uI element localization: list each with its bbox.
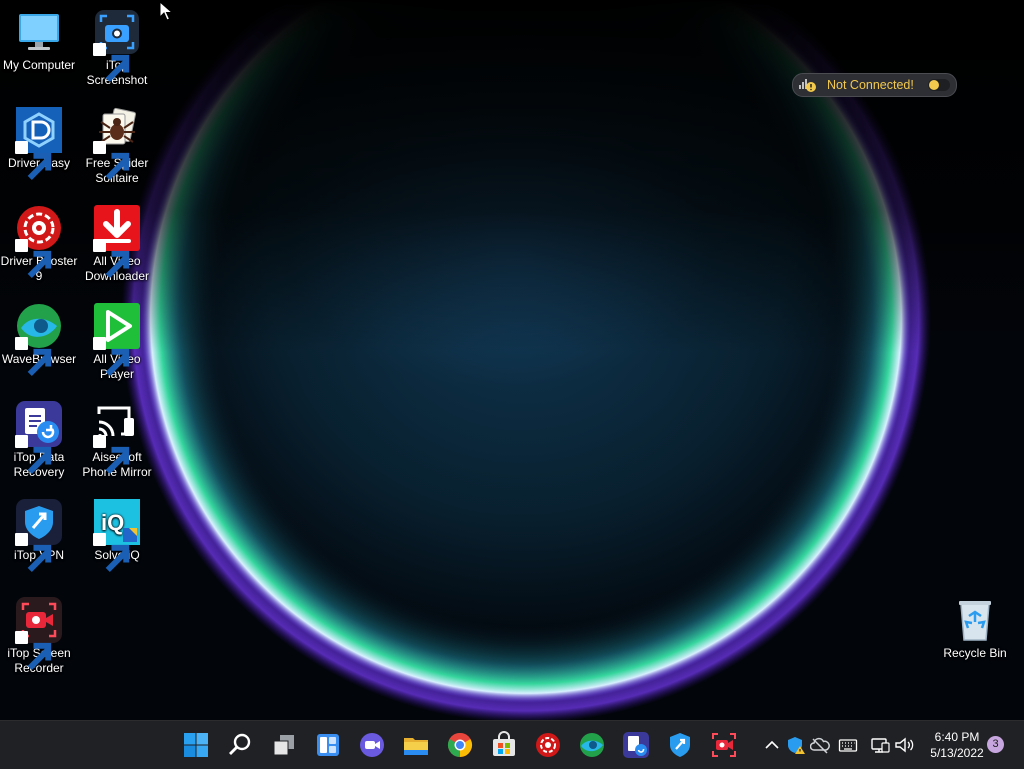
clock-time: 6:40 PM	[934, 730, 980, 744]
shortcut-arrow-icon	[93, 141, 130, 181]
desktop-icon-free-spider-solitaire[interactable]: Free Spider Solitaire	[78, 106, 156, 186]
chevron-up-icon	[765, 740, 779, 749]
driver-booster-icon	[536, 733, 560, 757]
volume-icon	[895, 737, 914, 753]
file-explorer-button[interactable]	[400, 729, 432, 761]
widgets-icon	[317, 734, 339, 756]
cloud-offline-icon	[810, 737, 830, 754]
data-recovery-icon	[623, 732, 649, 758]
shortcut-arrow-icon	[93, 239, 130, 279]
shortcut-arrow-icon	[15, 435, 52, 475]
shortcut-arrow-icon	[15, 533, 52, 573]
shortcut-arrow-icon	[15, 337, 52, 377]
mouse-cursor-icon	[159, 1, 173, 21]
shortcut-arrow-icon	[15, 239, 52, 279]
taskbar-wavebrowser[interactable]	[576, 729, 608, 761]
store-icon	[493, 731, 515, 756]
notification-badge[interactable]: 3	[987, 736, 1004, 753]
screen-recorder-icon	[712, 733, 736, 757]
tray-keyboard-button[interactable]	[838, 734, 858, 756]
vpn-toggle[interactable]	[928, 79, 950, 91]
start-button[interactable]	[180, 729, 212, 761]
show-hidden-icons-button[interactable]	[762, 734, 782, 756]
desktop-icon-label: Recycle Bin	[943, 646, 1007, 660]
desktop-icon-solve-iq[interactable]: iQ Solve iQ	[78, 498, 156, 573]
chrome-icon	[447, 732, 473, 757]
search-icon	[229, 733, 251, 755]
taskbar-itop-screen-recorder[interactable]	[708, 729, 740, 761]
vpn-status-widget[interactable]: Not Connected!	[792, 73, 957, 97]
wave-browser-icon	[580, 733, 604, 757]
desktop-icon-all-video-player[interactable]: All Video Player	[78, 302, 156, 382]
desktop-icon-all-video-downloader[interactable]: All Video Downloader	[78, 204, 156, 284]
vpn-shield-icon	[670, 733, 690, 757]
shortcut-arrow-icon	[93, 435, 130, 475]
tray-network-button[interactable]	[870, 734, 890, 756]
desktop-icon-itop-screenshot[interactable]: iTop Screenshot	[78, 8, 156, 88]
svg-text:iQ: iQ	[101, 510, 124, 535]
task-view-button[interactable]	[268, 729, 300, 761]
tray-onedrive-button[interactable]	[810, 734, 830, 756]
desktop-icon-my-computer[interactable]: My Computer	[0, 8, 78, 73]
tray-volume-button[interactable]	[894, 734, 914, 756]
security-warning-icon	[788, 737, 805, 754]
taskbar-driver-booster[interactable]	[532, 729, 564, 761]
task-view-icon	[273, 735, 294, 756]
shortcut-arrow-icon	[15, 141, 52, 181]
computer-icon	[19, 14, 59, 50]
chat-icon	[360, 733, 384, 757]
clock-date: 5/13/2022	[930, 746, 984, 760]
vpn-status-text: Not Connected!	[827, 78, 914, 92]
vpn-signal-warning-icon	[799, 79, 816, 92]
keyboard-icon	[838, 739, 858, 752]
desktop-icon-wavebrowser[interactable]: WaveBrowser	[0, 302, 78, 377]
shortcut-arrow-icon	[15, 631, 52, 671]
widgets-button[interactable]	[312, 729, 344, 761]
tray-security-button[interactable]	[786, 734, 806, 756]
store-button[interactable]	[488, 729, 520, 761]
desktop-icon-label: My Computer	[2, 58, 76, 72]
desktop-icon-recycle-bin[interactable]: Recycle Bin	[936, 596, 1014, 661]
chrome-button[interactable]	[444, 729, 476, 761]
taskbar-search-button[interactable]	[224, 729, 256, 761]
network-icon	[871, 738, 890, 753]
desktop-icon-itop-vpn[interactable]: iTop VPN	[0, 498, 78, 573]
desktop-icon-driver-booster[interactable]: Driver Booster 9	[0, 204, 78, 284]
start-icon	[184, 733, 208, 757]
taskbar-itop-vpn[interactable]	[664, 729, 696, 761]
desktop-icon-driver-easy[interactable]: Driver Easy	[0, 106, 78, 181]
taskbar-clock[interactable]: 6:40 PM 5/13/2022	[920, 729, 994, 761]
desktop-icon-itop-data-recovery[interactable]: iTop Data Recovery	[0, 400, 78, 480]
shortcut-arrow-icon	[93, 43, 130, 83]
desktop-icon-itop-screen-recorder[interactable]: iTop Screen Recorder	[0, 596, 78, 676]
file-explorer-icon	[404, 738, 428, 755]
desktop-icon-aiseesoft-phone-mirror[interactable]: Aiseesoft Phone Mirror	[78, 400, 156, 480]
taskbar: 6:40 PM 5/13/2022 3	[0, 720, 1024, 769]
vpn-toggle-knob	[929, 80, 939, 90]
shortcut-arrow-icon	[93, 533, 130, 573]
chat-button[interactable]	[356, 729, 388, 761]
shortcut-arrow-icon	[93, 337, 130, 377]
taskbar-itop-data-recovery[interactable]	[620, 729, 652, 761]
recycle-bin-icon	[959, 601, 991, 641]
